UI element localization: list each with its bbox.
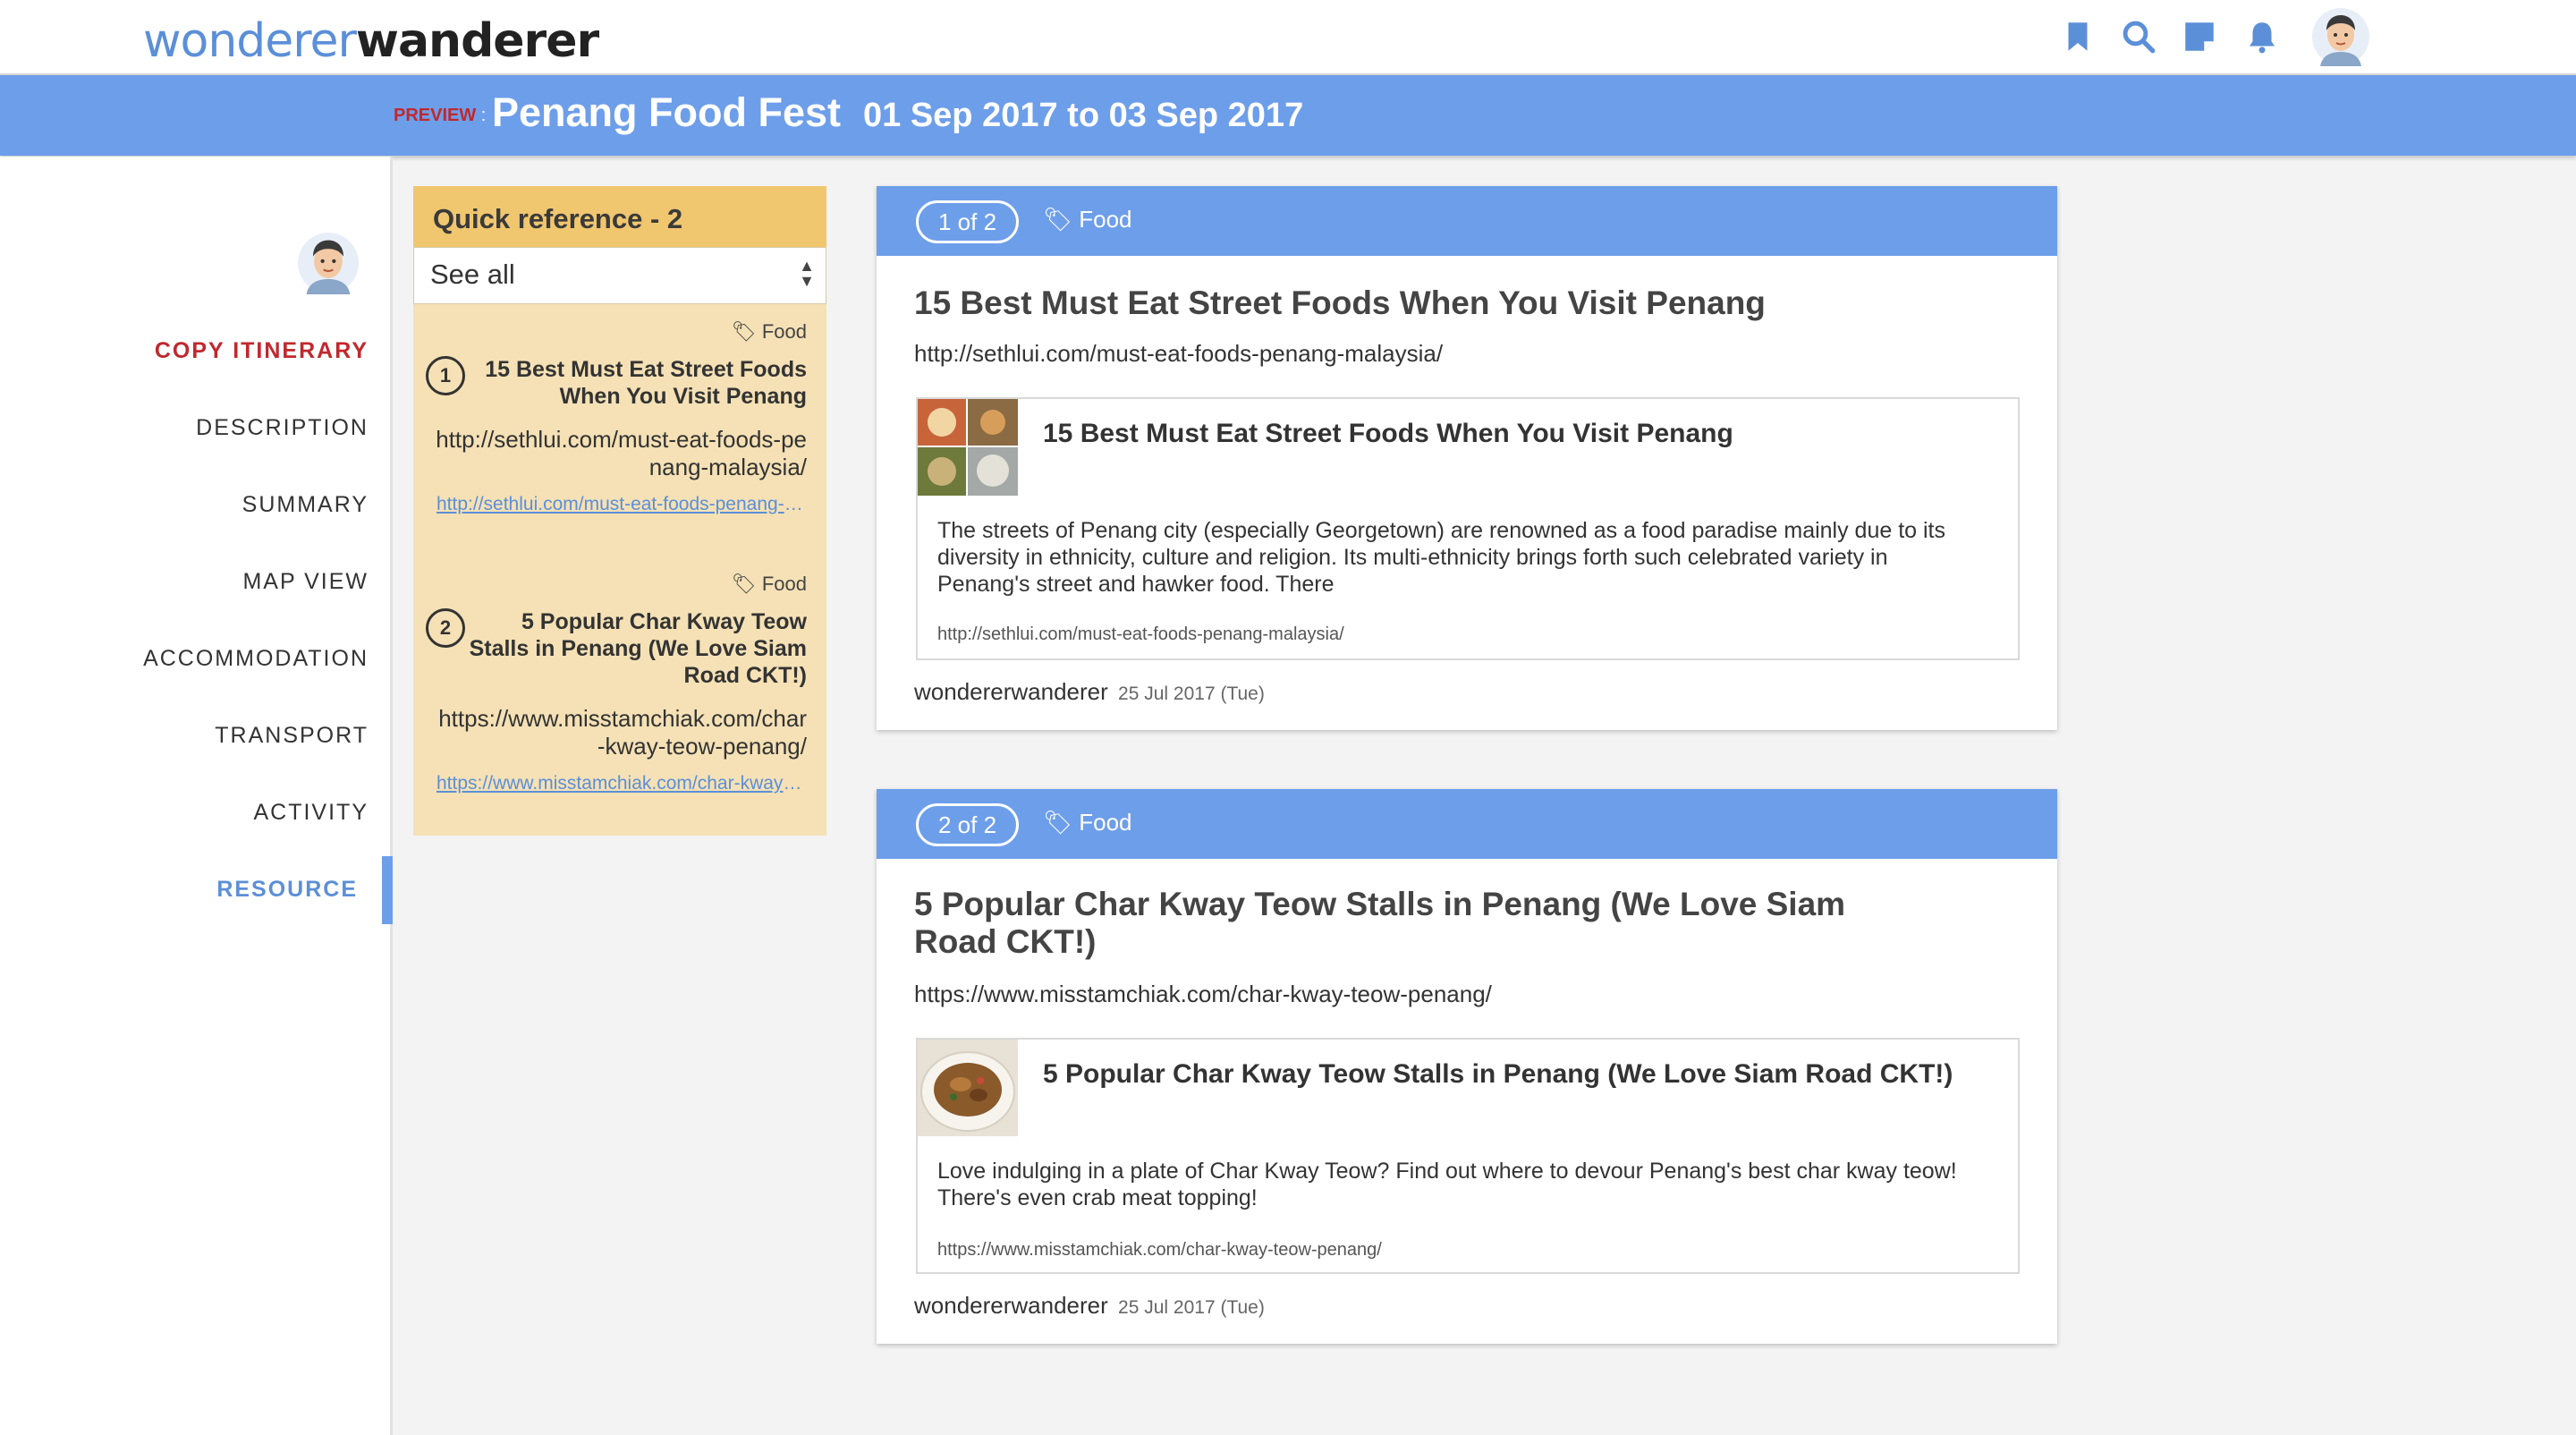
post-date: 25 Jul 2017 (Tue) [1118, 1297, 1265, 1318]
top-bar: wondererwanderer [0, 0, 2576, 75]
preview-thumbnail [918, 1040, 1018, 1136]
author-name[interactable]: wondererwanderer [914, 1292, 1108, 1319]
card-counter: 2 of 2 [916, 803, 1020, 846]
link-preview[interactable]: 5 Popular Char Kway Teow Stalls in Penan… [916, 1038, 2020, 1274]
logo-part2: wanderer [355, 14, 599, 68]
card-author: wondererwanderer 25 Jul 2017 (Tue) [914, 678, 1265, 706]
sidebar-item-resource[interactable]: RESOURCE [216, 877, 358, 903]
avatar[interactable] [2311, 7, 2370, 66]
logo[interactable]: wondererwanderer [143, 5, 599, 77]
item-url: http://sethlui.com/must-eat-foods-penang… [436, 426, 807, 480]
item-url: https://www.misstamchiak.com/char-kway-t… [438, 705, 807, 760]
select-arrows-icon: ▲ ▼ [799, 257, 815, 290]
card-counter: 1 of 2 [916, 200, 1020, 243]
event-dates: 01 Sep 2017 to 03 Sep 2017 [863, 97, 1304, 134]
preview-description: The streets of Penang city (especially G… [937, 518, 1946, 597]
tag-icon: 🏷 [731, 320, 757, 343]
resource-card: 2 of 2 🏷 Food 5 Popular Char Kway Teow S… [877, 789, 2057, 1344]
quick-reference-filter-select[interactable]: See all ▲ ▼ [413, 247, 826, 304]
item-link[interactable]: http://sethlui.com/must-eat-foods-penang… [436, 494, 807, 515]
item-number: 1 [426, 356, 465, 395]
preview-title: 5 Popular Char Kway Teow Stalls in Penan… [1043, 1059, 1953, 1089]
tag-icon: 🏷 [1043, 206, 1073, 233]
tag-icon: 🏷 [1043, 809, 1073, 836]
sidebar-item-activity[interactable]: ACTIVITY [253, 800, 369, 826]
resource-card: 1 of 2 🏷 Food 15 Best Must Eat Street Fo… [877, 186, 2057, 730]
card-header: 1 of 2 🏷 Food [877, 186, 2057, 256]
link-preview[interactable]: 15 Best Must Eat Street Foods When You V… [916, 397, 2020, 660]
quick-reference-header: Quick reference - 2 [413, 186, 826, 247]
preview-url: http://sethlui.com/must-eat-foods-penang… [937, 624, 1344, 644]
sidebar-item-transport[interactable]: TRANSPORT [215, 723, 369, 749]
bookmark-icon[interactable] [2059, 18, 2097, 55]
preview-url: https://www.misstamchiak.com/char-kway-t… [937, 1240, 1382, 1260]
tag-icon: 🏷 [731, 573, 757, 595]
quick-reference-panel: Quick reference - 2 See all ▲ ▼ 🏷 Food 1 … [413, 186, 826, 836]
search-icon[interactable] [2120, 18, 2157, 55]
quick-reference-item[interactable]: 🏷 Food 2 5 Popular Char Kway Teow Stalls… [413, 555, 826, 836]
item-number: 2 [426, 608, 465, 648]
item-link[interactable]: https://www.misstamchiak.com/char-kway-t… [436, 773, 807, 794]
sidebar-item-summary[interactable]: SUMMARY [242, 492, 369, 518]
avatar[interactable] [297, 232, 360, 294]
filter-value: See all [430, 259, 515, 290]
tag: 🏷 Food [731, 573, 807, 595]
preview-thumbnail [918, 399, 1018, 496]
card-title[interactable]: 15 Best Must Eat Street Foods When You V… [914, 284, 1923, 322]
card-url[interactable]: https://www.misstamchiak.com/char-kway-t… [914, 981, 1492, 1008]
preview-description: Love indulging in a plate of Char Kway T… [937, 1159, 1957, 1210]
post-date: 25 Jul 2017 (Tue) [1118, 684, 1265, 704]
sidebar-item-copy-itinerary[interactable]: COPY ITINERARY [155, 338, 369, 364]
card-title[interactable]: 5 Popular Char Kway Teow Stalls in Penan… [914, 886, 1923, 961]
sidebar: COPY ITINERARY DESCRIPTION SUMMARY MAP V… [0, 157, 393, 1435]
author-name[interactable]: wondererwanderer [914, 678, 1108, 705]
quick-reference-item[interactable]: 🏷 Food 1 15 Best Must Eat Street Foods W… [413, 302, 826, 555]
preview-label: PREVIEW : [394, 106, 487, 125]
card-url[interactable]: http://sethlui.com/must-eat-foods-penang… [914, 340, 1443, 368]
tag: 🏷 Food [731, 320, 807, 343]
card-header: 2 of 2 🏷 Food [877, 789, 2057, 859]
event-banner: PREVIEW : Penang Food Fest 01 Sep 2017 t… [0, 75, 2576, 156]
event-title: Penang Food Fest [492, 89, 842, 135]
card-tag: 🏷 Food [1043, 809, 1132, 836]
bell-icon[interactable] [2243, 18, 2281, 55]
item-title: 15 Best Must Eat Street Foods When You V… [485, 357, 807, 409]
sidebar-item-accommodation[interactable]: ACCOMMODATION [143, 646, 369, 672]
sidebar-item-description[interactable]: DESCRIPTION [196, 415, 369, 441]
active-indicator [382, 856, 393, 924]
preview-title: 15 Best Must Eat Street Foods When You V… [1043, 419, 1733, 448]
notes-icon[interactable] [2181, 18, 2218, 55]
item-title: 5 Popular Char Kway Teow Stalls in Penan… [469, 609, 807, 688]
card-author: wondererwanderer 25 Jul 2017 (Tue) [914, 1292, 1265, 1320]
sidebar-item-map-view[interactable]: MAP VIEW [242, 569, 369, 595]
logo-part1: wonderer [143, 14, 357, 68]
card-tag: 🏷 Food [1043, 206, 1132, 233]
